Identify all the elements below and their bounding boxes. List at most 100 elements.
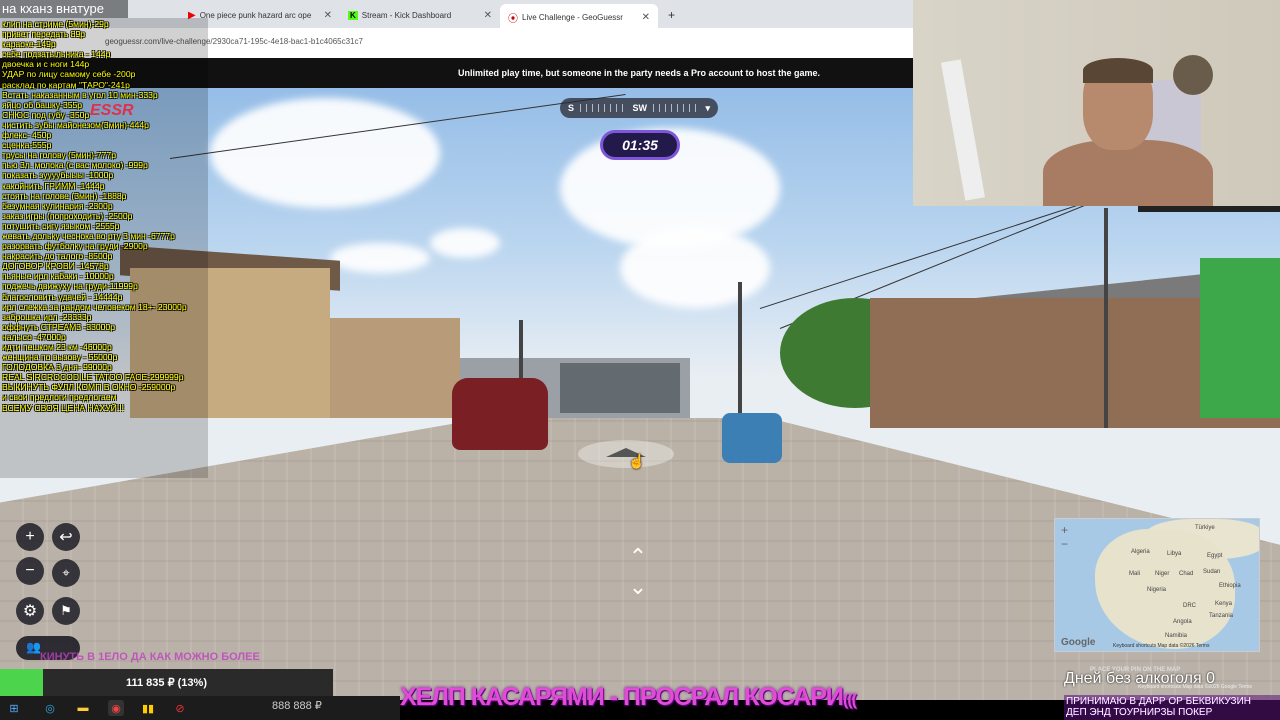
close-tab-icon[interactable]: ✕ <box>324 10 332 21</box>
price-list-item: флекс- 450р <box>2 130 52 141</box>
new-tab-button[interactable]: + <box>660 4 683 26</box>
map-label: Egypt <box>1207 553 1223 559</box>
corner-title: на кханз внатуре <box>0 0 128 18</box>
red-car <box>452 378 548 450</box>
streamer-body <box>1043 140 1213 206</box>
edge-icon[interactable]: ◎ <box>42 700 58 716</box>
close-tab-icon[interactable]: ✕ <box>642 12 650 23</box>
obs-icon[interactable]: ▮▮ <box>140 700 156 716</box>
webcam-border <box>1138 206 1280 212</box>
map-label: Namibia <box>1165 633 1188 639</box>
timer-text: 01:35 <box>622 137 658 153</box>
donation-price-list: клип на стриме (5мин)-29р привет передать… <box>0 18 208 478</box>
taskbar: ⊞ ◎ ▬ ◉ ▮▮ ⊘ <box>0 696 400 720</box>
stream-title-tail: ((( <box>843 692 857 709</box>
donation-goal-bar: 111 835 ₽ (13%) <box>0 669 333 696</box>
settings-button[interactable]: ⚙ <box>16 597 44 625</box>
price-list-item: заброшка ирл -23333р <box>2 311 92 322</box>
cloud <box>620 228 770 308</box>
price-list-item: налысо -47000р <box>2 331 66 342</box>
cloud <box>330 243 430 273</box>
price-list-item: REAL SIRCROCODILE TATOO FACE-299999р <box>2 372 184 383</box>
goal-text: 111 835 ₽ (13%) <box>125 677 207 689</box>
price-list-item: ВЫКИНУТЬ ФУЛЛ КОМП В ОКНО -259000р <box>2 382 176 393</box>
utility-pole <box>1104 208 1108 428</box>
return-to-start-button[interactable]: ⌖ <box>52 559 80 587</box>
compass: S SW ▾ <box>560 98 718 118</box>
map-label: Libya <box>1167 551 1182 557</box>
map-label: DRC <box>1183 603 1196 609</box>
price-list-item: идти пешком 23 км -46000р <box>2 342 112 352</box>
sober-days-counter: Дней без алкоголя 0 <box>1064 670 1215 688</box>
donate-line: ПРИНИМАЮ В ДАРР ОР БЕКВИКУЗИН <box>1066 696 1252 707</box>
banner-text: Unlimited play time, but someone in the … <box>457 68 821 78</box>
map-label: Algeria <box>1131 549 1150 555</box>
location-pin-icon: ⌖ <box>62 565 70 580</box>
geoguessr-pin-icon: ⦿ <box>508 13 518 25</box>
price-list-item: Встать наказанным в угол 10 мин-333р <box>2 89 158 100</box>
price-list-item: клип на стриме (5мин)-29р <box>2 19 109 29</box>
mouse-cursor-icon: ☝ <box>628 453 646 469</box>
streamer-hair <box>1083 58 1153 83</box>
map-label: Chad <box>1179 571 1194 577</box>
price-list-item: чистить зубы майонезом(3мин)-444р <box>2 119 149 130</box>
price-list-item: оффнуть СТРЕАМ3 -33000р <box>2 321 115 332</box>
plus-icon: + <box>668 8 676 22</box>
map-label: Ethiopia <box>1219 583 1241 589</box>
donate-line: ДЕП ЭНД ТОУРНИРЗЫ ПОКЕР <box>1066 707 1213 718</box>
close-tab-icon[interactable]: ✕ <box>484 10 492 21</box>
keyboard-shortcuts-link[interactable]: Keyboard shortcuts <box>1113 643 1156 649</box>
map-label: Mali <box>1129 571 1141 577</box>
undo-move-button[interactable]: ↩ <box>52 523 80 551</box>
price-list-item: сценка-555р <box>2 140 52 151</box>
compass-marker-icon: ▾ <box>705 102 711 113</box>
move-forward-arrow[interactable] <box>578 440 674 468</box>
tab-label: Stream - Kick Dashboard <box>361 10 452 20</box>
map-label: Kenya <box>1215 601 1233 607</box>
bison-picture <box>1173 55 1213 95</box>
map-zoom-out-button[interactable]: − <box>1061 537 1068 551</box>
pan-up-chevron-icon[interactable]: ⌃ <box>612 546 664 568</box>
round-timer: 01:35 <box>600 130 680 160</box>
file-explorer-icon[interactable]: ▬ <box>75 700 91 716</box>
gate-wall <box>560 363 680 413</box>
price-list-item: двоечка и с ноги 144р <box>2 59 90 70</box>
windows-start-icon[interactable]: ⊞ <box>6 700 22 716</box>
map-label: Tanzania <box>1209 613 1234 619</box>
price-list-item: пьяные ирл кабаки - 10000р <box>2 271 114 282</box>
map-label: Nigeria <box>1147 587 1167 593</box>
mic-stand <box>940 59 986 201</box>
compass-ticks <box>653 104 700 112</box>
price-list-item: привет передать 89р <box>2 29 86 40</box>
price-list-item: какойнить ГРИММ -1444р <box>2 180 105 191</box>
tab-kick[interactable]: K Stream - Kick Dashboard ✕ <box>340 4 500 26</box>
app-icon[interactable]: ⊘ <box>172 700 188 716</box>
price-list-item: ВСЕМУ СВОЯ ЦЕНА НАХУЙ!!! <box>2 402 125 413</box>
donate-banner: ПРИНИМАЮ В ДАРР ОР БЕКВИКУЗИН ДЕП ЭНД ТО… <box>1064 695 1280 720</box>
tab-label: One piece punk hazard arc ope <box>199 10 312 20</box>
zoom-in-button[interactable]: + <box>16 523 44 551</box>
zoom-out-button[interactable]: − <box>16 557 44 585</box>
chrome-icon[interactable]: ◉ <box>108 700 124 716</box>
gear-icon: ⚙ <box>22 603 38 620</box>
cloud <box>210 98 440 208</box>
pan-down-chevron-icon[interactable]: ⌄ <box>612 576 664 598</box>
price-list-item: жевать дольку чеснока во рту 3 мин -6777… <box>2 230 175 241</box>
map-data: Map data ©2026 <box>1157 643 1195 649</box>
price-list-item: караоке-149р <box>2 39 56 50</box>
price-list-item: и свои предлоги предлогаем <box>2 392 117 403</box>
terms-link[interactable]: Terms <box>1196 643 1210 649</box>
guess-minimap[interactable]: + − Türkiye Algeria Libya Egypt Mali Nig… <box>1054 518 1260 652</box>
price-list-item: ГОЛОДОВКА 3 дня- 99000р <box>2 362 112 373</box>
geoguessr-logo: ESSR <box>90 102 134 119</box>
map-zoom-in-button[interactable]: + <box>1061 523 1068 537</box>
kick-icon: K <box>348 10 358 20</box>
map-label: Türkiye <box>1195 525 1215 531</box>
tab-geoguessr[interactable]: ⦿ Live Challenge - GeoGuessr ✕ <box>500 4 658 30</box>
price-list-item: потушить сигу языком -2555р <box>2 220 120 231</box>
compass-ticks <box>580 104 627 112</box>
price-list-item: благословить удачей - 14444р <box>2 291 123 302</box>
price-list-item: поджечь движуху на груди-11999р <box>2 281 138 292</box>
price-list-item: ирл слежка за рандом человеком 18+- 2300… <box>2 301 187 312</box>
flag-button[interactable]: ⚑ <box>52 597 80 625</box>
